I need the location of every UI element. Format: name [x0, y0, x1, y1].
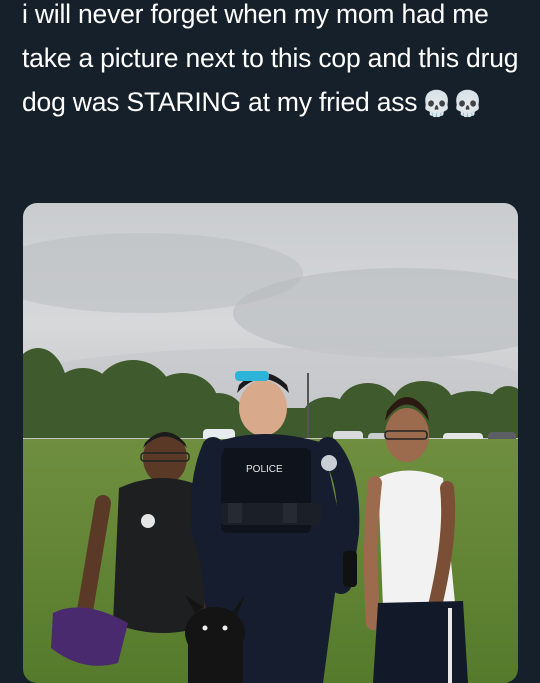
tweet-text: i will never forget when my mom had me t…	[22, 0, 527, 126]
vest-police-label: POLICE	[246, 464, 283, 475]
skull-emoji: 💀💀	[421, 89, 484, 118]
photo-illustration: POLICE	[23, 203, 518, 683]
police-dog	[185, 595, 245, 683]
tweet-photo[interactable]: POLICE	[23, 203, 518, 683]
